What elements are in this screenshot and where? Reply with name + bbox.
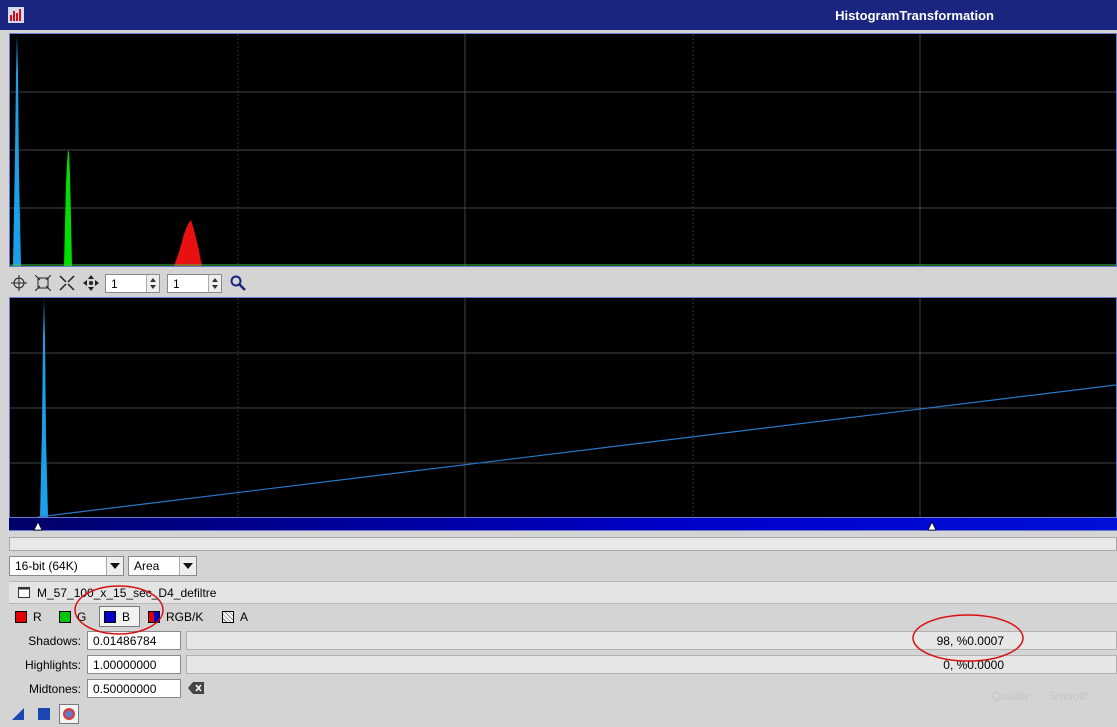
graph-style-select[interactable]: Area bbox=[128, 556, 197, 576]
pan-icon[interactable] bbox=[81, 273, 101, 293]
collapse-icon[interactable] bbox=[57, 273, 77, 293]
vertical-zoom-value: 1 bbox=[173, 277, 180, 291]
process-action-bar bbox=[0, 702, 1117, 727]
shadows-clipping-slider[interactable]: 98, %0.0007 bbox=[186, 631, 1117, 650]
midtones-label: Midtones: bbox=[28, 682, 81, 696]
highlights-input[interactable]: 1.00000000 bbox=[87, 655, 181, 674]
horizontal-zoom-spinbox[interactable]: 1 bbox=[105, 274, 160, 293]
vertical-zoom-spinbox[interactable]: 1 bbox=[167, 274, 222, 293]
highlights-clipping-readout: 0, %0.0000 bbox=[943, 658, 1004, 672]
chevron-down-icon[interactable] bbox=[106, 557, 123, 575]
alpha-swatch-icon bbox=[222, 611, 234, 623]
transfer-curve bbox=[37, 384, 1116, 517]
midtones-input[interactable]: 0.50000000 bbox=[87, 679, 181, 698]
apply-global-icon[interactable] bbox=[38, 708, 50, 720]
zoom-icon[interactable] bbox=[228, 273, 248, 293]
highlights-marker-icon bbox=[927, 521, 937, 531]
output-histogram-panel[interactable] bbox=[9, 297, 1117, 518]
highlights-value: 1.00000000 bbox=[93, 658, 157, 672]
quality-value-ghost: Smooth bbox=[1048, 689, 1090, 703]
quality-label-ghost: Quality: bbox=[992, 689, 1033, 703]
spin-arrows-icon[interactable] bbox=[146, 275, 159, 292]
channel-r[interactable]: R bbox=[15, 607, 42, 627]
channel-g[interactable]: G bbox=[59, 607, 86, 627]
channel-b[interactable]: B bbox=[99, 606, 140, 627]
title-bar: HistogramTransformation bbox=[0, 0, 1117, 30]
channel-rgbk[interactable]: RGB/K bbox=[148, 607, 203, 627]
midtones-value: 0.50000000 bbox=[93, 682, 157, 696]
highlights-clipping-slider[interactable]: 0, %0.0000 bbox=[186, 655, 1117, 674]
highlights-label: Highlights: bbox=[24, 658, 81, 672]
horizontal-scrollbar[interactable] bbox=[9, 537, 1117, 551]
channel-g-label: G bbox=[77, 610, 87, 624]
target-view-name: M_57_100_x_15_sec_D4_defiltre bbox=[37, 586, 217, 600]
zoom-toolbar: 1 1 bbox=[9, 271, 1117, 297]
green-swatch-icon bbox=[59, 611, 71, 623]
shadows-marker-icon bbox=[33, 521, 43, 531]
reset-midtones-icon[interactable] bbox=[188, 682, 204, 694]
resolution-select[interactable]: 16-bit (64K) bbox=[9, 556, 124, 576]
input-histogram-graph bbox=[10, 34, 1116, 266]
channel-r-label: R bbox=[33, 610, 42, 624]
channel-a-label: A bbox=[240, 610, 249, 624]
target-view-header[interactable]: M_57_100_x_15_sec_D4_defiltre bbox=[9, 581, 1117, 604]
input-histogram-panel[interactable] bbox=[9, 33, 1117, 267]
shadows-clipping-readout: 98, %0.0007 bbox=[936, 634, 1004, 648]
red-channel-peak bbox=[174, 220, 202, 266]
view-toggle-icon[interactable] bbox=[18, 587, 30, 598]
shadows-value: 0.01486784 bbox=[93, 634, 157, 648]
shadows-label: Shadows: bbox=[28, 634, 81, 648]
channel-b-label: B bbox=[122, 609, 131, 624]
blue-swatch-icon bbox=[104, 610, 116, 623]
preview-button[interactable] bbox=[59, 704, 79, 724]
fit-icon[interactable] bbox=[33, 273, 53, 293]
spin-arrows-icon[interactable] bbox=[208, 275, 221, 292]
graph-style-value: Area bbox=[134, 559, 160, 573]
preview-icon bbox=[63, 708, 75, 720]
rgb-swatch-icon-part bbox=[154, 611, 160, 623]
shadows-highlights-gradient[interactable] bbox=[9, 518, 1117, 531]
crosshair-icon[interactable] bbox=[9, 273, 29, 293]
gradient-markers bbox=[33, 521, 937, 531]
window-title: HistogramTransformation bbox=[835, 8, 994, 23]
histogram-app-icon bbox=[8, 7, 24, 23]
horizontal-zoom-value: 1 bbox=[111, 277, 118, 291]
new-instance-icon[interactable] bbox=[12, 708, 26, 720]
red-swatch-icon bbox=[15, 611, 27, 623]
resolution-value: 16-bit (64K) bbox=[15, 559, 78, 573]
shadows-input[interactable]: 0.01486784 bbox=[87, 631, 181, 650]
channel-a[interactable]: A bbox=[222, 607, 248, 627]
channel-rgbk-label: RGB/K bbox=[166, 610, 204, 624]
chevron-down-icon[interactable] bbox=[179, 557, 196, 575]
output-histogram-graph bbox=[10, 298, 1116, 517]
